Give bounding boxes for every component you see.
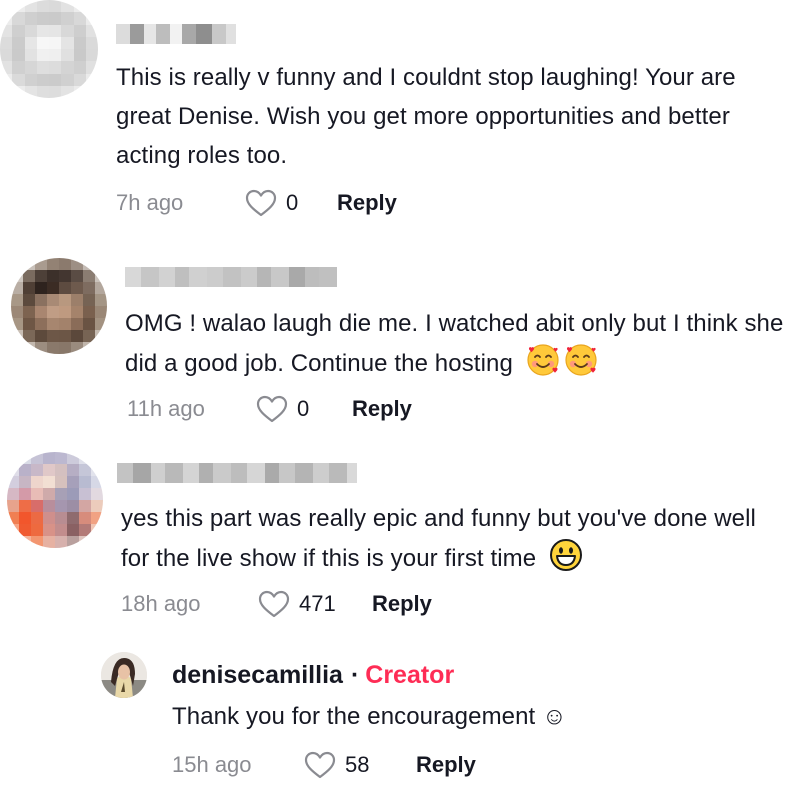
like-button[interactable]: 471 [257, 589, 336, 619]
like-button[interactable]: 0 [255, 394, 309, 424]
creator-badge: Creator [365, 661, 455, 689]
creator-header: denisecamillia · Creator [172, 661, 454, 690]
like-count: 0 [297, 396, 310, 421]
heart-outline-icon [245, 189, 277, 217]
comment-item: yes this part was really epic and funny … [0, 430, 800, 640]
comment-time: 11h ago [127, 396, 205, 421]
username-redacted[interactable] [125, 267, 337, 287]
reply-time: 15h ago [172, 752, 252, 777]
heart-outline-icon [258, 590, 290, 618]
like-count: 0 [286, 190, 299, 215]
comment-time: 18h ago [121, 591, 201, 616]
comment-text: This is really v funny and I couldnt sto… [116, 64, 736, 169]
reply-item: denisecamillia · Creator Thank you for t… [0, 640, 800, 802]
comment-actions: 11h ago 0 Reply [127, 392, 412, 426]
creator-username[interactable]: denisecamillia [172, 661, 343, 690]
comment-text: OMG ! walao laugh die me. I watched abit… [125, 304, 785, 389]
like-count: 58 [345, 752, 370, 777]
heart-outline-icon [256, 395, 288, 423]
comment-time: 7h ago [116, 190, 184, 215]
comment-item: This is really v funny and I couldnt sto… [0, 0, 800, 230]
like-count: 471 [299, 591, 336, 616]
grinning-face-emoji [549, 538, 583, 584]
comment-actions: 7h ago 0 Reply [116, 186, 397, 220]
comment-text: yes this part was really epic and funny … [121, 499, 786, 584]
avatar[interactable] [11, 258, 107, 354]
username-redacted[interactable] [116, 24, 236, 44]
reply-button[interactable]: Reply [352, 396, 412, 422]
comment-item: OMG ! walao laugh die me. I watched abit… [0, 230, 800, 430]
smiling-face-with-hearts-emoji [564, 343, 598, 389]
avatar[interactable] [0, 0, 98, 98]
comment-text-content: OMG ! walao laugh die me. I watched abit… [125, 310, 784, 377]
username-redacted[interactable] [117, 463, 357, 483]
reply-button[interactable]: Reply [372, 591, 432, 617]
avatar[interactable] [7, 452, 103, 548]
like-button[interactable]: 0 [244, 188, 298, 218]
creator-avatar[interactable] [101, 652, 147, 698]
reply-button[interactable]: Reply [337, 190, 397, 216]
like-button[interactable]: 58 [303, 750, 369, 780]
creator-avatar-image [101, 652, 147, 698]
comment-text-content: yes this part was really epic and funny … [121, 505, 756, 572]
reply-actions: 15h ago 58 Reply [172, 748, 476, 782]
smiling-face-with-hearts-emoji [526, 343, 560, 389]
separator-dot: · [350, 661, 360, 689]
reply-button[interactable]: Reply [416, 752, 476, 778]
heart-outline-icon [304, 751, 336, 779]
reply-text: Thank you for the encouragement ☺ [172, 703, 567, 730]
comment-actions: 18h ago 471 Reply [121, 587, 432, 621]
